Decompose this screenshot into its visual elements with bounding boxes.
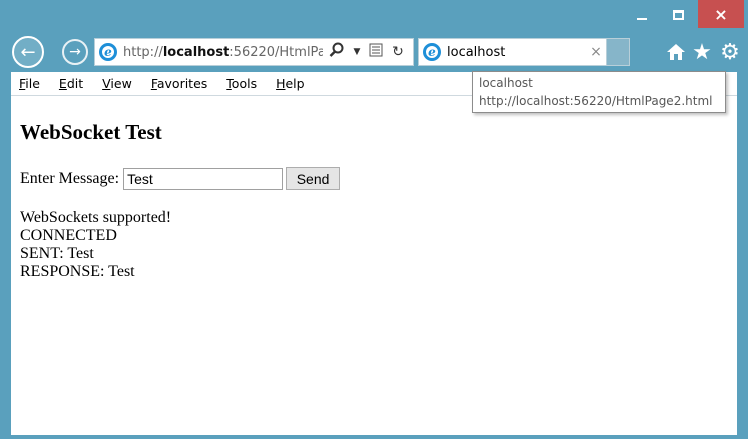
page-content: WebSocket Test Enter Message: Send WebSo… — [11, 96, 737, 435]
forward-arrow-icon: → — [69, 44, 81, 60]
output-line: SENT: Test — [20, 245, 94, 262]
output-line: RESPONSE: Test — [20, 263, 135, 280]
favorites-star-icon[interactable]: ★ — [690, 40, 714, 65]
back-button[interactable]: ← — [12, 36, 44, 68]
minimize-icon — [637, 18, 647, 20]
dropdown-icon[interactable]: ▼ — [351, 47, 363, 57]
new-tab-button[interactable] — [606, 38, 630, 66]
close-icon: × — [714, 4, 728, 24]
minimize-button[interactable] — [628, 0, 656, 30]
menu-favorites[interactable]: Favorites — [145, 76, 207, 91]
home-icon[interactable] — [664, 40, 688, 64]
tab-title: localhost — [447, 44, 506, 60]
refresh-icon[interactable]: ↻ — [389, 44, 407, 60]
address-bar[interactable]: e http://localhost:56220/HtmlPa ▼ ↻ — [94, 38, 414, 66]
ie-logo-icon: e — [99, 43, 117, 61]
output-line: WebSockets supported! — [20, 209, 172, 226]
menu-file[interactable]: File — [13, 76, 40, 91]
forward-button[interactable]: → — [62, 39, 88, 65]
page-heading: WebSocket Test — [20, 120, 162, 144]
message-row: Enter Message: Send — [20, 167, 728, 190]
back-arrow-icon: ← — [20, 41, 36, 63]
output-line: CONNECTED — [20, 227, 117, 244]
menu-tools[interactable]: Tools — [220, 76, 257, 91]
output-log: WebSockets supported! CONNECTED SENT: Te… — [20, 209, 728, 281]
url-text[interactable]: http://localhost:56220/HtmlPa — [123, 45, 323, 60]
message-label: Enter Message: — [20, 169, 120, 187]
menu-help[interactable]: Help — [270, 76, 305, 91]
url-suffix: :56220/HtmlPa — [229, 44, 323, 60]
menu-edit[interactable]: Edit — [53, 76, 83, 91]
search-icon[interactable] — [327, 42, 347, 62]
message-input[interactable] — [123, 167, 284, 190]
tab-localhost[interactable]: e localhost × — [418, 38, 608, 66]
close-window-button[interactable]: × — [698, 0, 744, 28]
maximize-button[interactable] — [664, 0, 692, 30]
tooltip-title: localhost — [479, 76, 533, 90]
gear-icon[interactable]: ⚙ — [718, 40, 742, 65]
url-prefix: http:// — [123, 44, 163, 60]
tab-tooltip: localhost http://localhost:56220/HtmlPag… — [472, 71, 726, 113]
compatibility-view-icon[interactable] — [367, 43, 385, 61]
tab-close-icon[interactable]: × — [585, 44, 607, 60]
tab-ie-logo-icon: e — [423, 43, 441, 61]
menu-view[interactable]: View — [96, 76, 132, 91]
url-host: localhost — [162, 44, 230, 60]
browser-window: × ← → e http://localhost:56220/HtmlPa ▼ … — [0, 0, 748, 439]
send-button[interactable]: Send — [286, 167, 341, 190]
maximize-icon — [672, 10, 684, 20]
tooltip-url: http://localhost:56220/HtmlPage2.html — [479, 94, 713, 108]
